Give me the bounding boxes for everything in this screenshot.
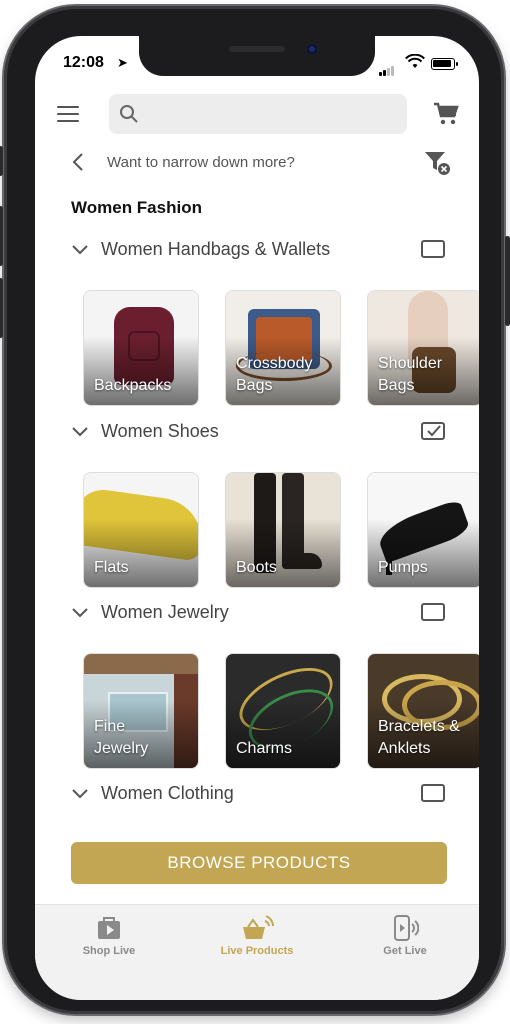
chevron-down-icon[interactable]	[71, 244, 89, 256]
shopping-bag-play-icon	[98, 917, 120, 939]
tab-live-products[interactable]: Live Products	[197, 915, 317, 965]
subcategory-tile-pumps[interactable]: Pumps	[367, 472, 479, 588]
tab-label: Get Live	[383, 945, 427, 957]
tab-get-live[interactable]: Get Live	[345, 915, 465, 965]
tab-label: Live Products	[220, 945, 294, 957]
volume-down-button	[0, 278, 3, 338]
phone-broadcast-icon	[394, 915, 419, 941]
narrow-down-row: Want to narrow down more?	[35, 148, 479, 178]
subcategory-label: Charms	[236, 740, 293, 757]
category-row-jewelry[interactable]: Women Jewelry	[35, 599, 479, 629]
subcategory-tile-bracelets[interactable]: Bracelets & Anklets	[367, 653, 479, 769]
browse-products-button[interactable]: BROWSE PRODUCTS	[71, 842, 447, 884]
category-checkbox[interactable]	[421, 603, 445, 621]
category-name: Women Jewelry	[101, 602, 229, 622]
category-name: Women Shoes	[101, 421, 219, 441]
clear-filter-icon[interactable]	[423, 150, 451, 176]
subcategory-label: Backpacks	[94, 377, 172, 394]
subcategory-label: Pumps	[378, 559, 428, 576]
subcategory-label: Fine Jewelry	[94, 718, 149, 757]
hamburger-menu-icon[interactable]	[57, 106, 79, 124]
cart-icon[interactable]	[433, 102, 459, 126]
subcategory-tile-crossbody[interactable]: Crossbody Bags	[225, 290, 341, 406]
speaker	[229, 46, 285, 52]
location-arrow-icon: ➤	[117, 55, 128, 70]
category-row-clothing[interactable]: Women Clothing	[35, 780, 479, 810]
subcategory-tile-charms[interactable]: Charms	[225, 653, 341, 769]
chevron-down-icon[interactable]	[71, 426, 89, 438]
search-icon	[120, 105, 138, 123]
notch	[139, 36, 375, 76]
bottom-tab-bar: Shop Live Live Products Get Live	[35, 904, 479, 1000]
subcategory-carousel-shoes[interactable]: Flats Boots Pumps	[83, 472, 479, 588]
subcategory-label: Flats	[94, 559, 129, 576]
category-checkbox[interactable]	[421, 784, 445, 802]
silent-switch	[0, 146, 3, 176]
phone-frame: 12:08 ➤ Want to narrow down more? Women …	[0, 6, 510, 1014]
tab-shop-live[interactable]: Shop Live	[49, 915, 169, 965]
category-row-handbags[interactable]: Women Handbags & Wallets	[35, 236, 479, 266]
subcategory-tile-backpacks[interactable]: Backpacks	[83, 290, 199, 406]
section-title: Women Fashion	[71, 198, 202, 217]
status-time: 12:08	[63, 54, 104, 71]
basket-broadcast-icon	[243, 915, 274, 939]
chevron-down-icon[interactable]	[71, 607, 89, 619]
subcategory-label: Bracelets & Anklets	[378, 718, 460, 757]
search-input[interactable]	[149, 102, 397, 126]
category-checkbox-checked[interactable]	[421, 422, 445, 440]
tab-label: Shop Live	[82, 945, 136, 957]
subcategory-label: Boots	[236, 559, 277, 576]
category-row-shoes[interactable]: Women Shoes	[35, 418, 479, 448]
subcategory-carousel-handbags[interactable]: Backpacks Crossbody Bags Shoulder Bags	[83, 290, 479, 406]
subcategory-tile-fine-jewelry[interactable]: Fine Jewelry	[83, 653, 199, 769]
app-header	[35, 94, 479, 138]
category-checkbox[interactable]	[421, 240, 445, 258]
cellular-signal-icon	[379, 58, 395, 76]
chevron-down-icon[interactable]	[71, 788, 89, 800]
search-bar[interactable]	[109, 94, 407, 134]
subcategory-tile-flats[interactable]: Flats	[83, 472, 199, 588]
battery-icon	[431, 58, 458, 70]
front-camera	[307, 44, 317, 54]
narrow-down-label: Want to narrow down more?	[107, 154, 295, 171]
volume-up-button	[0, 206, 3, 266]
checkmark-icon	[427, 425, 441, 437]
screen: 12:08 ➤ Want to narrow down more? Women …	[35, 36, 479, 1000]
category-name: Women Handbags & Wallets	[101, 239, 331, 259]
subcategory-label: Shoulder Bags	[378, 355, 443, 394]
back-chevron-icon[interactable]	[71, 152, 85, 172]
power-button	[505, 236, 510, 326]
wifi-icon	[405, 54, 425, 68]
subcategory-label: Crossbody Bags	[236, 355, 313, 394]
subcategory-tile-shoulder[interactable]: Shoulder Bags	[367, 290, 479, 406]
category-name: Women Clothing	[101, 783, 234, 803]
subcategory-tile-boots[interactable]: Boots	[225, 472, 341, 588]
subcategory-carousel-jewelry[interactable]: Fine Jewelry Charms Bracelets & Anklets	[83, 653, 479, 769]
